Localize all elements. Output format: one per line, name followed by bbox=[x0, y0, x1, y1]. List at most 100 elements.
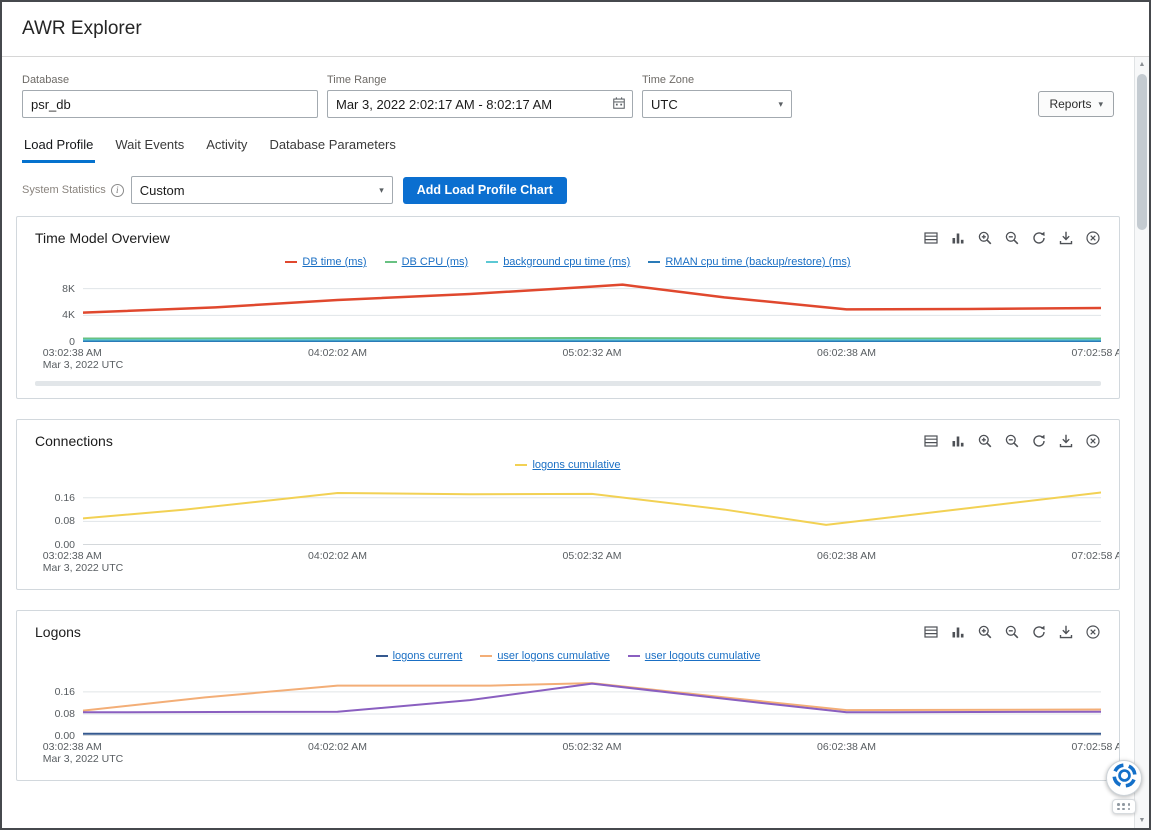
legend-swatch bbox=[515, 464, 527, 467]
zoom-out-icon[interactable] bbox=[1004, 624, 1020, 640]
tab-activity[interactable]: Activity bbox=[204, 133, 249, 163]
database-input[interactable] bbox=[22, 90, 318, 118]
life-ring-icon bbox=[1111, 762, 1138, 794]
page-title: AWR Explorer bbox=[22, 18, 142, 40]
time-zone-label: Time Zone bbox=[642, 74, 792, 86]
x-axis-label: 05:02:32 AM bbox=[563, 550, 622, 562]
tab-database-parameters[interactable]: Database Parameters bbox=[267, 133, 397, 163]
chevron-down-icon: ▾ bbox=[1098, 100, 1103, 109]
data-table-icon[interactable] bbox=[923, 433, 939, 449]
x-axis-label: 05:02:32 AM bbox=[563, 347, 622, 359]
legend-series-link[interactable]: RMAN cpu time (backup/restore) (ms) bbox=[665, 256, 850, 268]
chart-legend: logons cumulative bbox=[35, 459, 1101, 471]
legend-swatch bbox=[486, 261, 498, 264]
scroll-down-icon[interactable]: ▼ bbox=[1135, 813, 1149, 828]
bar-chart-icon[interactable] bbox=[950, 433, 966, 449]
download-icon[interactable] bbox=[1058, 230, 1074, 246]
zoom-in-icon[interactable] bbox=[977, 624, 993, 640]
legend-item[interactable]: DB time (ms) bbox=[285, 256, 366, 268]
reset-zoom-icon[interactable] bbox=[1031, 230, 1047, 246]
x-axis-label: 03:02:38 AMMar 3, 2022 UTC bbox=[43, 347, 124, 371]
time-zone-select[interactable]: UTC ▾ bbox=[642, 90, 792, 118]
scrollbar-thumb[interactable] bbox=[1137, 74, 1147, 230]
reports-button[interactable]: Reports ▾ bbox=[1038, 91, 1114, 117]
legend-swatch bbox=[376, 655, 388, 658]
time-zone-value: UTC bbox=[651, 97, 678, 112]
y-axis: 0.000.080.16 bbox=[35, 483, 83, 545]
legend-series-link[interactable]: logons cumulative bbox=[532, 459, 620, 471]
zoom-in-icon[interactable] bbox=[977, 433, 993, 449]
chart-plot bbox=[83, 674, 1101, 736]
chart-toolbar bbox=[923, 624, 1101, 640]
database-label: Database bbox=[22, 74, 318, 86]
legend-series-link[interactable]: user logons cumulative bbox=[497, 650, 610, 662]
database-field: Database bbox=[22, 74, 318, 118]
reset-zoom-icon[interactable] bbox=[1031, 433, 1047, 449]
zoom-out-icon[interactable] bbox=[1004, 230, 1020, 246]
chart-plot bbox=[83, 280, 1101, 342]
x-axis-date-label: Mar 3, 2022 UTC bbox=[43, 562, 124, 574]
legend-item[interactable]: logons current bbox=[376, 650, 463, 662]
time-range-input[interactable] bbox=[327, 90, 633, 118]
calendar-icon[interactable] bbox=[612, 96, 626, 115]
info-icon[interactable]: i bbox=[111, 184, 124, 197]
legend-item[interactable]: background cpu time (ms) bbox=[486, 256, 630, 268]
download-icon[interactable] bbox=[1058, 433, 1074, 449]
x-scrollbar[interactable] bbox=[35, 381, 1101, 386]
legend-item[interactable]: user logouts cumulative bbox=[628, 650, 761, 662]
download-icon[interactable] bbox=[1058, 624, 1074, 640]
chart-legend: DB time (ms) DB CPU (ms) background cpu ti… bbox=[35, 256, 1101, 268]
legend-item[interactable]: RMAN cpu time (backup/restore) (ms) bbox=[648, 256, 850, 268]
chart-panel-logons: Logons logons current user logons cumulat… bbox=[16, 610, 1120, 781]
chart-plot bbox=[83, 483, 1101, 545]
y-axis-label: 0.08 bbox=[55, 515, 75, 527]
x-axis-label: 04:02:02 AM bbox=[308, 741, 367, 753]
y-axis-label: 4K bbox=[62, 309, 75, 321]
series-line bbox=[83, 683, 1101, 711]
legend-series-link[interactable]: background cpu time (ms) bbox=[503, 256, 630, 268]
data-table-icon[interactable] bbox=[923, 624, 939, 640]
scroll-up-icon[interactable]: ▲ bbox=[1135, 57, 1149, 72]
data-table-icon[interactable] bbox=[923, 230, 939, 246]
time-zone-field: Time Zone UTC ▾ bbox=[642, 74, 792, 118]
y-axis-label: 0.16 bbox=[55, 492, 75, 504]
legend-item[interactable]: user logons cumulative bbox=[480, 650, 610, 662]
legend-item[interactable]: DB CPU (ms) bbox=[385, 256, 469, 268]
statistic-select[interactable]: Custom ▾ bbox=[131, 176, 393, 204]
remove-chart-icon[interactable] bbox=[1085, 624, 1101, 640]
drag-dots-icon[interactable] bbox=[1112, 799, 1136, 814]
legend-series-link[interactable]: DB time (ms) bbox=[302, 256, 366, 268]
tab-wait-events[interactable]: Wait Events bbox=[113, 133, 186, 163]
chart-panel-time-model-overview: Time Model Overview DB time (ms)DB CPU (… bbox=[16, 216, 1120, 399]
zoom-out-icon[interactable] bbox=[1004, 433, 1020, 449]
legend-series-link[interactable]: logons current bbox=[393, 650, 463, 662]
x-axis: 03:02:38 AMMar 3, 2022 UTC04:02:02 AM05:… bbox=[83, 545, 1101, 577]
series-line bbox=[83, 684, 1101, 713]
panel-header: Logons bbox=[35, 624, 1101, 640]
zoom-in-icon[interactable] bbox=[977, 230, 993, 246]
legend-swatch bbox=[628, 655, 640, 658]
remove-chart-icon[interactable] bbox=[1085, 433, 1101, 449]
x-axis-label: 06:02:38 AM bbox=[817, 741, 876, 753]
legend-series-link[interactable]: user logouts cumulative bbox=[645, 650, 761, 662]
add-load-profile-chart-button[interactable]: Add Load Profile Chart bbox=[403, 177, 567, 204]
vertical-scrollbar[interactable]: ▲ ▼ bbox=[1134, 57, 1149, 828]
y-axis-label: 0.16 bbox=[55, 686, 75, 698]
bar-chart-icon[interactable] bbox=[950, 624, 966, 640]
reset-zoom-icon[interactable] bbox=[1031, 624, 1047, 640]
legend-swatch bbox=[480, 655, 492, 658]
x-axis-label: 07:02:58 AM bbox=[1072, 347, 1120, 359]
series-line bbox=[83, 338, 1101, 339]
x-axis-date-label: Mar 3, 2022 UTC bbox=[43, 753, 124, 765]
chevron-down-icon: ▾ bbox=[778, 100, 783, 109]
tab-load-profile[interactable]: Load Profile bbox=[22, 133, 95, 163]
legend-series-link[interactable]: DB CPU (ms) bbox=[402, 256, 469, 268]
y-axis-label: 0.08 bbox=[55, 708, 75, 720]
remove-chart-icon[interactable] bbox=[1085, 230, 1101, 246]
help-button[interactable] bbox=[1106, 760, 1142, 796]
chart-body: 04K8K bbox=[35, 280, 1101, 342]
app-header: AWR Explorer bbox=[2, 2, 1149, 57]
bar-chart-icon[interactable] bbox=[950, 230, 966, 246]
legend-swatch bbox=[285, 261, 297, 264]
legend-item[interactable]: logons cumulative bbox=[515, 459, 620, 471]
